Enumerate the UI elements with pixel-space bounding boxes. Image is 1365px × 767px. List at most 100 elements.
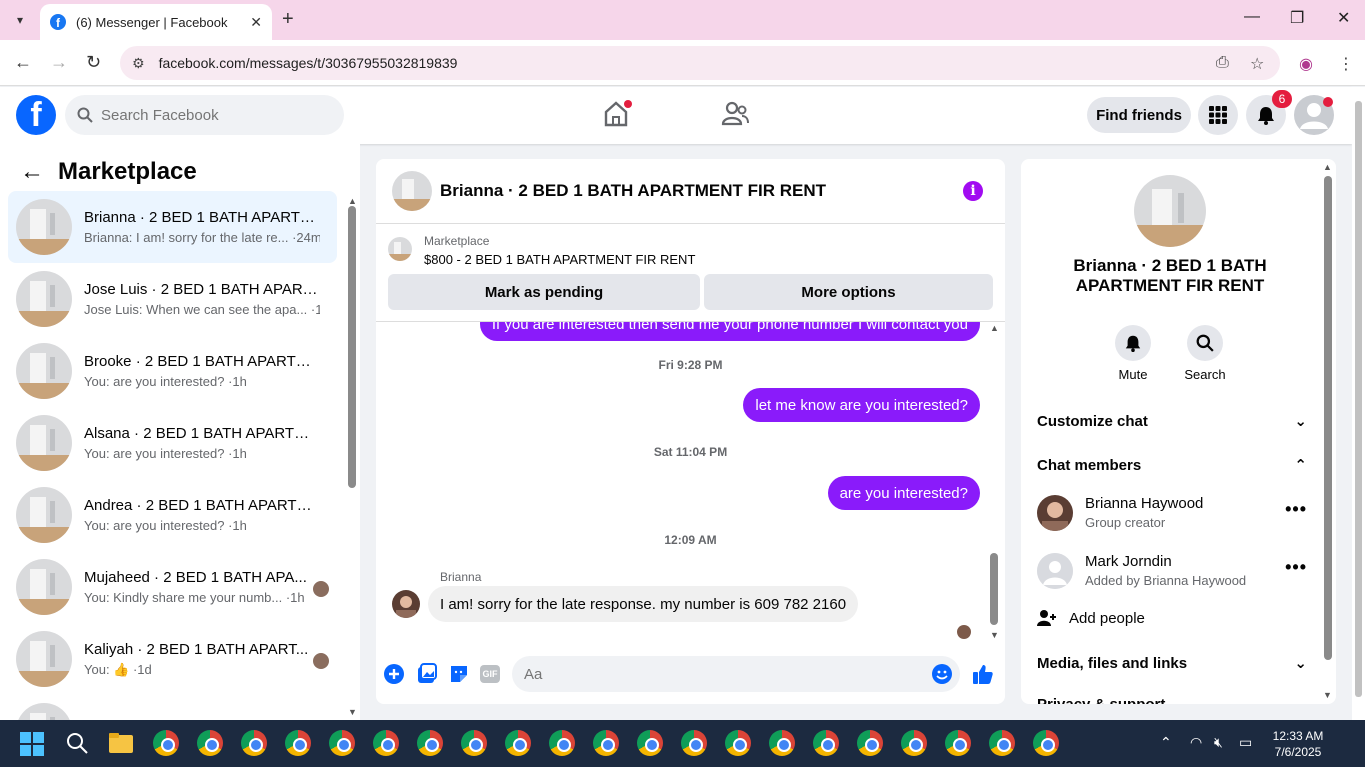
conversation-item[interactable]: Alsana · 2 BED 1 BATH APARTME... You: are… bbox=[8, 407, 337, 479]
chrome-taskbar-icon[interactable] bbox=[285, 730, 311, 756]
listing-thumbnail[interactable] bbox=[388, 237, 412, 261]
conversation-item[interactable]: Andrea · 2 BED 1 BATH APARTM... You: are … bbox=[8, 479, 337, 551]
conversation-item[interactable]: Mujaheed · 2 BED 1 BATH APA... You: Kindl… bbox=[8, 551, 337, 623]
chrome-taskbar-icon[interactable] bbox=[549, 730, 575, 756]
search-input[interactable] bbox=[101, 106, 321, 124]
chrome-taskbar-icon[interactable] bbox=[945, 730, 971, 756]
mark-pending-button[interactable]: Mark as pending bbox=[388, 274, 700, 310]
chrome-taskbar-icon[interactable] bbox=[1033, 730, 1059, 756]
chrome-taskbar-icon[interactable] bbox=[989, 730, 1015, 756]
scroll-up-icon[interactable]: ▲ bbox=[990, 323, 999, 333]
tab-close-icon[interactable]: ✕ bbox=[250, 14, 262, 31]
emoji-icon[interactable] bbox=[932, 664, 952, 684]
tray-expand-icon[interactable]: ⌃ bbox=[1160, 734, 1172, 751]
chrome-menu-icon[interactable]: ⋮ bbox=[1338, 54, 1354, 74]
message-input-box[interactable] bbox=[512, 656, 960, 692]
site-info-icon[interactable]: ⚙ bbox=[132, 55, 145, 72]
mute-button[interactable]: Mute bbox=[1103, 325, 1163, 382]
scroll-down-icon[interactable]: ▼ bbox=[348, 707, 357, 717]
media-files-row[interactable]: Media, files and links ⌄ bbox=[1037, 654, 1307, 673]
sender-avatar[interactable] bbox=[392, 590, 420, 618]
message-scrollbar[interactable] bbox=[990, 553, 998, 625]
chrome-taskbar-icon[interactable] bbox=[153, 730, 179, 756]
browser-tab[interactable]: f (6) Messenger | Facebook ✕ bbox=[40, 4, 272, 40]
message-input[interactable] bbox=[524, 665, 914, 683]
friends-icon[interactable] bbox=[720, 99, 750, 129]
chrome-taskbar-icon[interactable] bbox=[593, 730, 619, 756]
forward-icon[interactable]: → bbox=[50, 52, 68, 73]
taskbar-clock[interactable]: 12:33 AM 7/6/2025 bbox=[1268, 728, 1328, 760]
image-icon[interactable] bbox=[416, 663, 438, 685]
chrome-taskbar-icon[interactable] bbox=[461, 730, 487, 756]
member-avatar[interactable] bbox=[1037, 495, 1073, 531]
conversation-item[interactable]: Jose Luis · 2 BED 1 BATH APART... Jose Lu… bbox=[8, 263, 337, 335]
conversation-item[interactable]: Demolition · 2 BED 1 BATH AP... bbox=[8, 695, 337, 720]
chat-members-row[interactable]: Chat members ⌃ bbox=[1037, 456, 1307, 475]
sticker-icon[interactable] bbox=[448, 663, 470, 685]
chrome-taskbar-icon[interactable] bbox=[373, 730, 399, 756]
chrome-taskbar-icon[interactable] bbox=[505, 730, 531, 756]
scroll-up-icon[interactable]: ▲ bbox=[348, 196, 357, 206]
chrome-taskbar-icon[interactable] bbox=[329, 730, 355, 756]
conversation-item[interactable]: Brianna · 2 BED 1 BATH APARTM... Brianna:… bbox=[8, 191, 337, 263]
customize-chat-row[interactable]: Customize chat ⌄ bbox=[1037, 412, 1307, 431]
install-app-icon[interactable]: ⎙ bbox=[1216, 54, 1229, 72]
scroll-down-icon[interactable]: ▼ bbox=[1323, 690, 1332, 700]
tab-search-chevron-icon[interactable]: ▾ bbox=[8, 8, 32, 32]
member-options-icon[interactable]: ••• bbox=[1285, 499, 1307, 520]
listing-avatar[interactable] bbox=[1134, 175, 1206, 247]
chrome-taskbar-icon[interactable] bbox=[681, 730, 707, 756]
member-options-icon[interactable]: ••• bbox=[1285, 557, 1307, 578]
search-bar[interactable] bbox=[65, 95, 344, 135]
page-scrollbar-thumb[interactable] bbox=[1355, 101, 1362, 697]
search-chat-button[interactable]: Search bbox=[1175, 325, 1235, 382]
thumbs-up-icon[interactable] bbox=[972, 663, 994, 685]
menu-grid-button[interactable] bbox=[1198, 95, 1238, 135]
chat-avatar[interactable] bbox=[392, 171, 432, 211]
conversation-scrollbar[interactable] bbox=[348, 206, 356, 488]
chrome-taskbar-icon[interactable] bbox=[241, 730, 267, 756]
info-icon[interactable]: i bbox=[963, 181, 983, 201]
back-icon[interactable]: ← bbox=[14, 52, 32, 73]
more-options-button[interactable]: More options bbox=[704, 274, 993, 310]
bookmark-star-icon[interactable]: ☆ bbox=[1250, 54, 1264, 74]
page-scrollbar[interactable] bbox=[1352, 87, 1365, 720]
plus-icon[interactable] bbox=[383, 663, 405, 685]
battery-icon[interactable]: ▭ bbox=[1239, 734, 1252, 751]
windows-start-icon[interactable] bbox=[20, 732, 44, 756]
find-friends-button[interactable]: Find friends bbox=[1087, 97, 1191, 133]
conversation-item[interactable]: Kaliyah · 2 BED 1 BATH APART... You: 👍 ·1… bbox=[8, 623, 337, 695]
minimize-icon[interactable]: — bbox=[1244, 8, 1260, 26]
window-close-icon[interactable]: ✕ bbox=[1337, 8, 1350, 28]
chrome-taskbar-icon[interactable] bbox=[637, 730, 663, 756]
add-people-row[interactable]: Add people bbox=[1037, 609, 1307, 627]
listing-price[interactable]: $800 - 2 BED 1 BATH APARTMENT FIR RENT bbox=[424, 252, 695, 267]
volume-mute-icon[interactable]: 🔇︎ bbox=[1214, 734, 1223, 751]
address-bar[interactable]: ⚙ facebook.com/messages/t/30367955032819… bbox=[120, 46, 1280, 80]
member-item[interactable]: Mark Jorndin Added by Brianna Haywood ••… bbox=[1037, 551, 1307, 595]
facebook-logo-icon[interactable]: f bbox=[16, 95, 56, 135]
scroll-down-icon[interactable]: ▼ bbox=[990, 630, 999, 640]
member-avatar[interactable] bbox=[1037, 553, 1073, 589]
chrome-taskbar-icon[interactable] bbox=[417, 730, 443, 756]
chrome-taskbar-icon[interactable] bbox=[725, 730, 751, 756]
chrome-taskbar-icon[interactable] bbox=[197, 730, 223, 756]
chrome-taskbar-icon[interactable] bbox=[857, 730, 883, 756]
privacy-support-row[interactable]: Privacy & support bbox=[1037, 696, 1307, 704]
member-item[interactable]: Brianna Haywood Group creator ••• bbox=[1037, 493, 1307, 537]
wifi-icon[interactable]: ◠ bbox=[1190, 734, 1202, 751]
taskbar-search-icon[interactable] bbox=[65, 731, 89, 755]
gif-icon[interactable]: GIF bbox=[480, 665, 500, 683]
chrome-taskbar-icon[interactable] bbox=[813, 730, 839, 756]
chrome-taskbar-icon[interactable] bbox=[769, 730, 795, 756]
restore-icon[interactable]: ❐ bbox=[1290, 8, 1304, 28]
conversation-item[interactable]: Brooke · 2 BED 1 BATH APARTM... You: are … bbox=[8, 335, 337, 407]
details-scrollbar[interactable] bbox=[1324, 176, 1332, 660]
back-arrow-icon[interactable]: ← bbox=[20, 158, 44, 186]
profile-icon[interactable]: ◉ bbox=[1299, 54, 1313, 74]
new-tab-icon[interactable]: + bbox=[282, 8, 294, 31]
file-explorer-icon[interactable] bbox=[108, 731, 134, 755]
scroll-up-icon[interactable]: ▲ bbox=[1323, 162, 1332, 172]
reload-icon[interactable]: ↻ bbox=[86, 52, 101, 73]
chrome-taskbar-icon[interactable] bbox=[901, 730, 927, 756]
